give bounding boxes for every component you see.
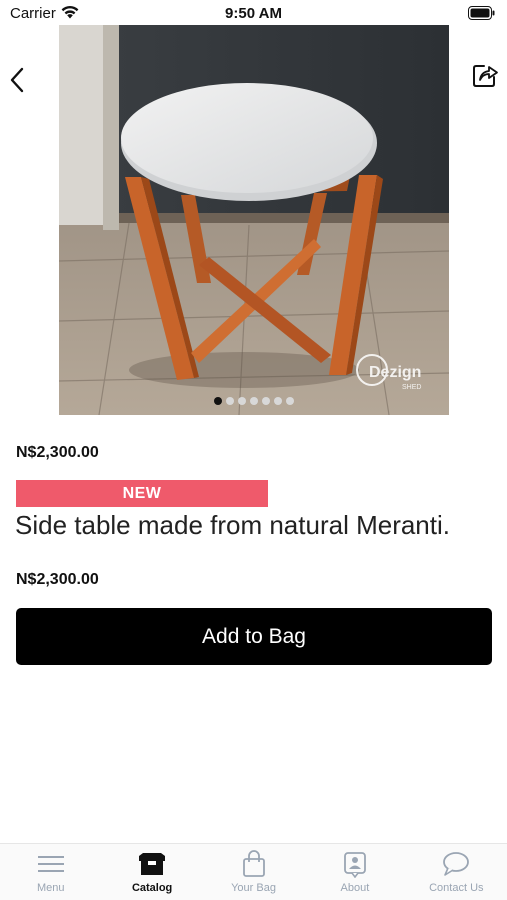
carousel-dot[interactable]: [226, 397, 234, 405]
catalog-box-icon: [139, 853, 166, 875]
tab-label: Menu: [36, 882, 65, 894]
carousel-dot[interactable]: [274, 397, 282, 405]
side-table-photo: Dezign SHED: [59, 25, 449, 415]
tab-contact-us[interactable]: Contact Us: [406, 844, 507, 900]
tab-menu[interactable]: Menu: [0, 844, 101, 900]
status-bar: Carrier 9:50 AM: [0, 0, 507, 26]
product-image-carousel[interactable]: Dezign SHED: [59, 25, 449, 415]
battery-icon: [468, 6, 495, 20]
share-icon: [473, 65, 498, 87]
new-badge: NEW: [16, 480, 268, 507]
tab-label: Contact Us: [429, 882, 484, 894]
add-to-bag-button[interactable]: Add to Bag: [16, 608, 492, 665]
bag-icon: [242, 850, 265, 877]
svg-text:SHED: SHED: [402, 384, 421, 391]
tab-your-bag[interactable]: Your Bag: [203, 844, 304, 900]
chevron-left-icon: [10, 67, 24, 93]
product-price: N$2,300.00: [16, 444, 99, 461]
menu-icon: [37, 856, 64, 872]
back-button[interactable]: [6, 62, 32, 98]
product-title: Side table made from natural Meranti.: [15, 510, 450, 540]
tab-about[interactable]: About: [304, 844, 405, 900]
product-price-secondary: N$2,300.00: [16, 571, 99, 588]
carousel-dot[interactable]: [214, 397, 222, 405]
carousel-dot[interactable]: [250, 397, 258, 405]
share-button[interactable]: [470, 60, 500, 90]
tab-label: About: [340, 882, 370, 894]
chat-bubble-icon: [443, 852, 470, 876]
tab-bar: Menu Catalog Your Bag About Contact Us: [0, 843, 507, 900]
tab-label: Catalog: [131, 882, 173, 894]
carousel-dot[interactable]: [238, 397, 246, 405]
carousel-dot[interactable]: [262, 397, 270, 405]
carousel-page-indicator: [59, 397, 449, 405]
svg-text:Dezign: Dezign: [369, 364, 421, 381]
about-contact-card-icon: [344, 852, 366, 878]
tab-catalog[interactable]: Catalog: [101, 844, 202, 900]
carousel-dot[interactable]: [286, 397, 294, 405]
tab-label: Your Bag: [231, 882, 276, 894]
status-time: 9:50 AM: [225, 5, 282, 22]
